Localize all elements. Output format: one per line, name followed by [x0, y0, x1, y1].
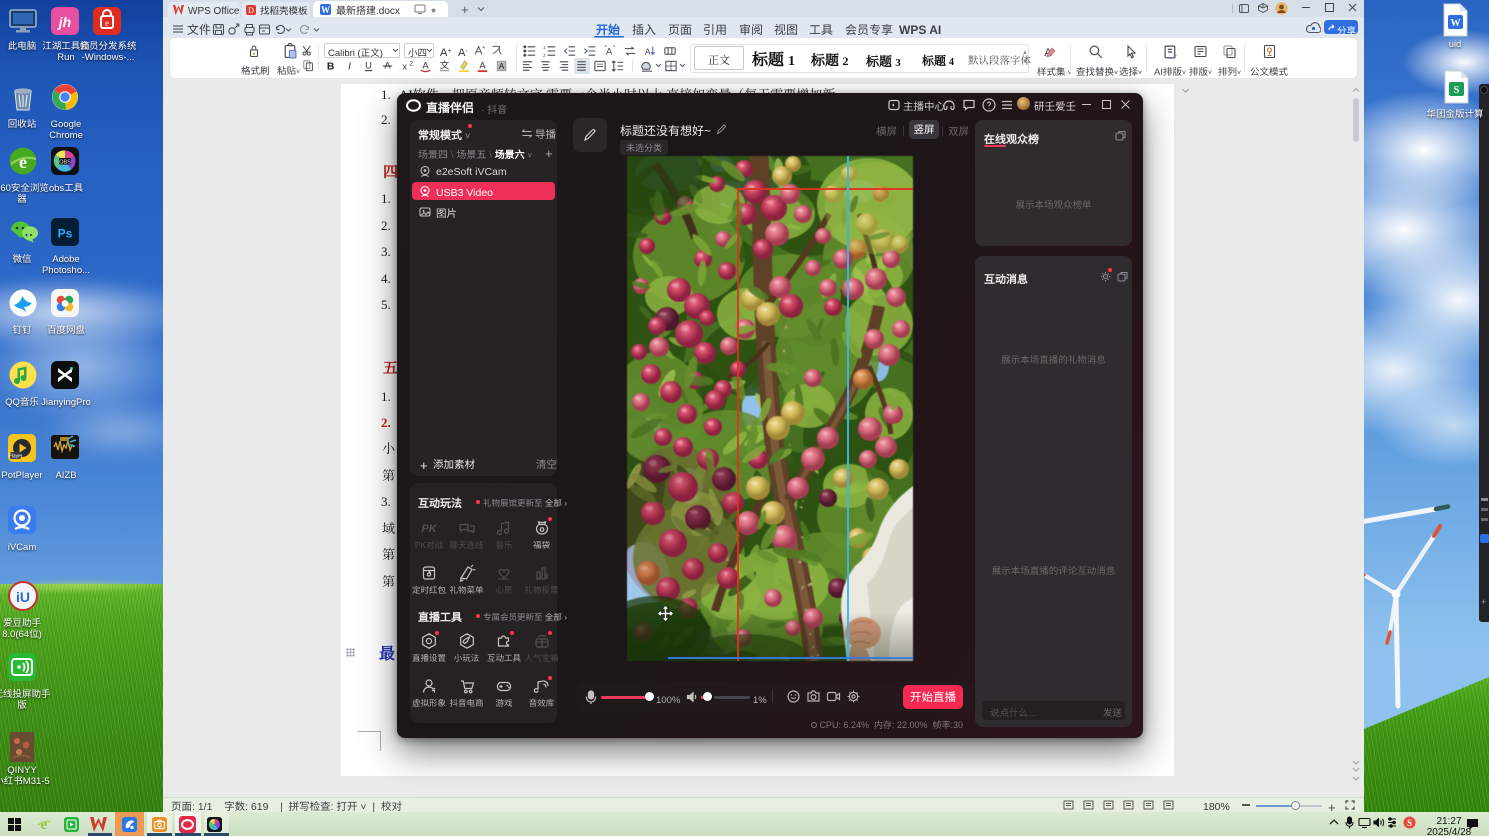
svg-text:A: A — [645, 45, 651, 57]
svg-text:S: S — [1407, 818, 1412, 828]
svg-text:2: 2 — [543, 53, 546, 58]
svg-text:D: D — [248, 6, 254, 15]
svg-text:e: e — [105, 18, 109, 28]
svg-text:A: A — [479, 59, 486, 71]
svg-text:iU: iU — [16, 589, 30, 605]
svg-text:W: W — [1451, 18, 1461, 29]
svg-text:A: A — [606, 44, 613, 57]
svg-text:e: e — [41, 817, 48, 832]
svg-text:S: S — [1454, 85, 1460, 96]
svg-text:A: A — [499, 60, 505, 72]
svg-text:Player: Player — [8, 454, 23, 460]
svg-text:1: 1 — [543, 45, 546, 51]
svg-text:B: B — [327, 59, 334, 72]
svg-text:A: A — [384, 59, 391, 71]
svg-text:文: 文 — [440, 59, 449, 71]
svg-text:I: I — [348, 59, 351, 72]
svg-text:2: 2 — [409, 59, 413, 68]
svg-text:A: A — [422, 59, 429, 71]
svg-text:PK: PK — [421, 520, 437, 536]
svg-text:x: x — [402, 59, 407, 72]
svg-text:e: e — [19, 152, 27, 172]
svg-text:U: U — [365, 59, 372, 71]
svg-text:OBS: OBS — [59, 160, 71, 166]
svg-text:Ps: Ps — [58, 227, 73, 241]
svg-text:W: W — [321, 5, 330, 15]
svg-text:jh: jh — [57, 14, 71, 30]
